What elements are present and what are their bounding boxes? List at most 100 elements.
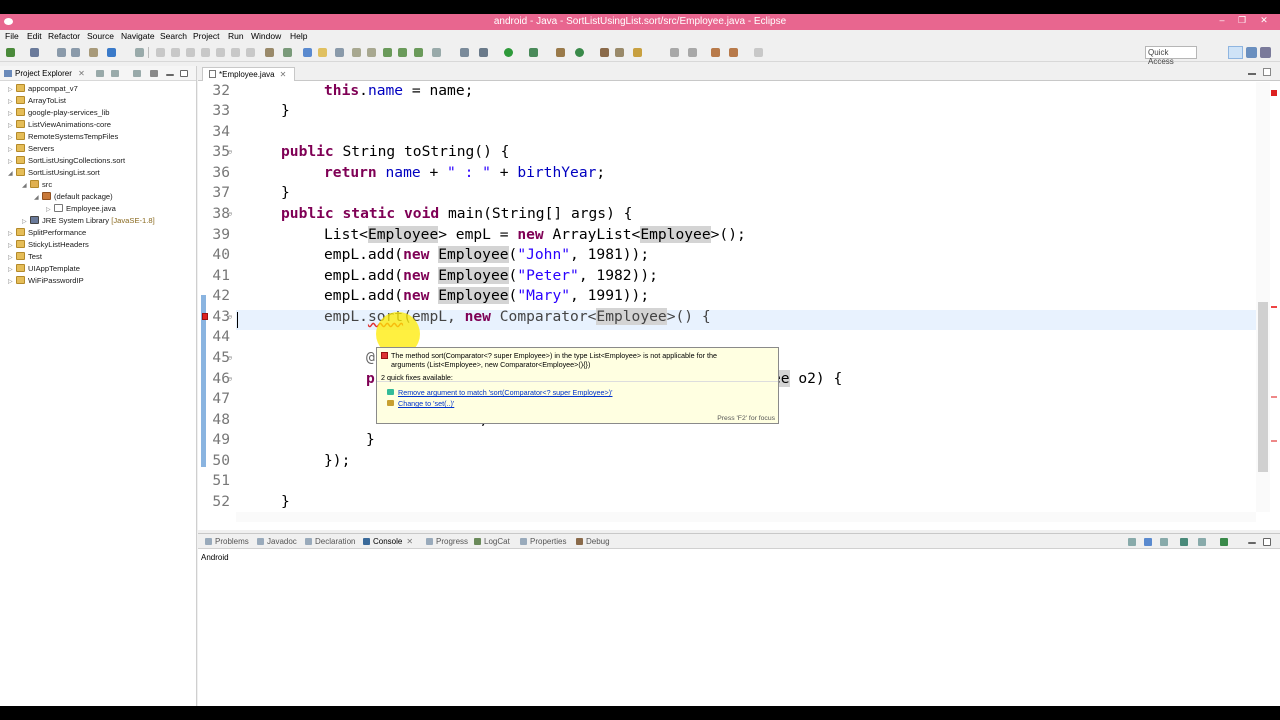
code-area[interactable]: 32 33 34 35 36 37 38 39 40 41 42 43 44 4… [198, 82, 1256, 512]
menu-source[interactable]: Source [87, 31, 114, 41]
run-icon[interactable] [504, 48, 513, 57]
tree-item-listviewanimations[interactable]: ▷ ListViewAnimations-core [8, 120, 111, 132]
overview-ruler[interactable] [1270, 82, 1280, 512]
tab-progress[interactable]: Progress [426, 537, 468, 546]
step-into-icon[interactable] [216, 48, 225, 57]
scrollbar-thumb[interactable] [1258, 302, 1268, 472]
tab-debug[interactable]: Debug [576, 537, 610, 546]
search-icon[interactable] [615, 48, 624, 57]
tab-console[interactable]: Console ✕ [363, 537, 413, 546]
clear-console-icon[interactable] [1128, 538, 1136, 546]
back-icon[interactable] [711, 48, 720, 57]
tree-item-sortlistcollections[interactable]: ▷ SortListUsingCollections.sort [8, 156, 125, 168]
tab-problems[interactable]: Problems [205, 537, 249, 546]
overview-warning-marker[interactable] [1271, 396, 1277, 398]
minimize-button[interactable]: – [1212, 15, 1232, 25]
quick-access-field[interactable]: Quick Access [1145, 46, 1197, 66]
menu-refactor[interactable]: Refactor [48, 31, 80, 41]
menu-edit[interactable]: Edit [27, 31, 42, 41]
menu-file[interactable]: File [5, 31, 19, 41]
maximize-button[interactable]: ❐ [1232, 15, 1252, 26]
menu-search[interactable]: Search [160, 31, 187, 41]
minimize-view-icon[interactable] [166, 74, 174, 76]
display-console-icon[interactable] [1198, 538, 1206, 546]
tree-item-default-package[interactable]: ◢ (default package) [34, 192, 113, 204]
tree-item-wifipasswordip[interactable]: ▷ WiFiPasswordIP [8, 276, 84, 288]
link-with-editor-icon[interactable] [111, 70, 119, 77]
close-tab-icon[interactable]: ✕ [280, 70, 287, 79]
open-task-icon[interactable] [600, 48, 609, 57]
save-all-icon[interactable] [71, 48, 80, 57]
tree-item-arraytolist[interactable]: ▷ ArrayToList [8, 96, 66, 108]
drop-to-frame-icon[interactable] [265, 48, 274, 57]
editor-vertical-scrollbar[interactable] [1256, 82, 1270, 512]
tree-item-remotesystems[interactable]: ▷ RemoteSystemsTempFiles [8, 132, 118, 144]
tree-item-uiapptemplate[interactable]: ▷ UIAppTemplate [8, 264, 80, 276]
save-icon[interactable] [57, 48, 66, 57]
fold-icon[interactable]: ⊖ [228, 369, 236, 389]
debug-perspective-icon[interactable] [1260, 47, 1271, 58]
new-android-project-icon[interactable] [432, 48, 441, 57]
tree-item-splitperformance[interactable]: ▷ SplitPerformance [8, 228, 86, 240]
project-explorer-tab[interactable]: Project Explorer ✕ [4, 69, 85, 78]
maximize-editor-icon[interactable] [1263, 68, 1271, 76]
terminate-icon[interactable] [186, 48, 195, 57]
new-java-class-icon[interactable] [575, 48, 584, 57]
suspend-icon[interactable] [171, 48, 180, 57]
use-step-filters-icon[interactable] [283, 48, 292, 57]
scroll-lock-icon[interactable] [1144, 538, 1152, 546]
menu-run[interactable]: Run [228, 31, 244, 41]
maximize-view-icon[interactable] [1263, 538, 1271, 546]
toggle-block-selection-icon[interactable] [335, 48, 344, 57]
error-summary-marker[interactable] [1271, 90, 1277, 96]
toggle-mark-occurrences-icon[interactable] [318, 48, 327, 57]
fold-icon[interactable]: ⊖ [228, 142, 236, 162]
editor-tab-employee[interactable]: *Employee.java ✕ [202, 67, 296, 81]
tab-logcat[interactable]: LogCat [474, 537, 510, 546]
tree-item-employee-java[interactable]: ▷ Employee.java [46, 204, 116, 216]
back-dropdown-icon[interactable] [729, 48, 738, 57]
overview-warning-marker[interactable] [1271, 440, 1277, 442]
java-perspective-icon[interactable] [1246, 47, 1257, 58]
tab-properties[interactable]: Properties [520, 537, 566, 546]
close-view-icon[interactable]: ✕ [78, 69, 85, 78]
tree-item-stickylistheaders[interactable]: ▷ StickyListHeaders [8, 240, 89, 252]
open-perspective-icon[interactable] [1228, 46, 1243, 59]
close-tab-icon[interactable]: ✕ [406, 537, 413, 546]
annotation-prev-icon[interactable] [670, 48, 679, 57]
last-edit-icon[interactable] [688, 48, 697, 57]
tree-item-jre[interactable]: ▷ JRE System Library [JavaSE-1.8] [22, 216, 155, 228]
collapse-all-icon[interactable] [96, 70, 104, 77]
minimize-editor-icon[interactable] [1248, 73, 1256, 75]
step-return-icon[interactable] [246, 48, 255, 57]
step-over-icon[interactable] [231, 48, 240, 57]
menu-project[interactable]: Project [193, 31, 219, 41]
android-sdk-icon[interactable] [383, 48, 392, 57]
android-avd-icon[interactable] [398, 48, 407, 57]
menu-help[interactable]: Help [290, 31, 307, 41]
open-type-icon[interactable] [303, 48, 312, 57]
show-whitespace-icon[interactable] [352, 48, 361, 57]
android-lint-icon[interactable] [414, 48, 423, 57]
annotation-next-icon[interactable] [633, 48, 642, 57]
quick-fix-link-remove-argument[interactable]: Remove argument to match 'sort(Comparato… [398, 388, 612, 397]
view-menu-icon[interactable] [133, 70, 141, 77]
tree-item-test[interactable]: ▷ Test [8, 252, 42, 264]
error-marker-icon[interactable] [202, 313, 208, 320]
minimize-view-icon[interactable] [1248, 542, 1256, 544]
tree-item-src[interactable]: ◢ src [22, 180, 52, 192]
debug-icon[interactable] [107, 48, 116, 57]
menu-window[interactable]: Window [251, 31, 281, 41]
print-icon[interactable] [89, 48, 98, 57]
open-console-icon[interactable] [1220, 538, 1228, 546]
tree-item-google-play[interactable]: ▷ google-play-services_lib [8, 108, 109, 120]
maximize-view-icon[interactable] [180, 70, 188, 77]
tree-item-servers[interactable]: ▷ Servers [8, 144, 54, 156]
close-window-button[interactable]: ✕ [1254, 15, 1274, 26]
fold-icon[interactable]: ⊖ [228, 204, 236, 224]
tree-item-sortlistusinglist[interactable]: ◢ SortListUsingList.sort [8, 168, 100, 180]
quick-fix-link-change-to-set[interactable]: Change to 'set(..)' [398, 399, 454, 408]
word-wrap-icon[interactable] [367, 48, 376, 57]
resume-icon[interactable] [156, 48, 165, 57]
editor-horizontal-scrollbar[interactable] [236, 512, 1256, 522]
